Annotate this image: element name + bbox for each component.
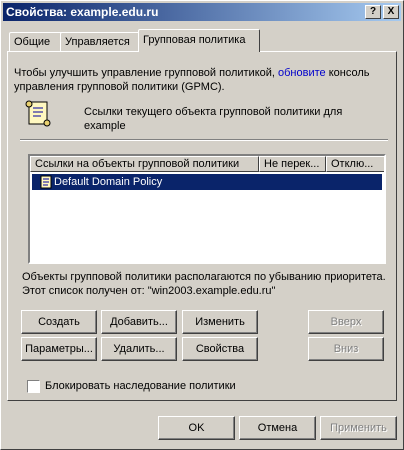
gpo-links-list[interactable]: Ссылки на объекты групповой политики Не …: [28, 154, 386, 264]
create-button[interactable]: Создать: [21, 310, 97, 334]
source-text: Этот список получен от: "win2003.example…: [22, 285, 276, 297]
list-item[interactable]: Default Domain Policy: [32, 174, 382, 190]
update-link[interactable]: обновите: [278, 67, 326, 79]
tab-group-policy[interactable]: Групповая политика: [138, 29, 260, 52]
close-button[interactable]: X: [383, 5, 399, 19]
tab-managed-by[interactable]: Управляется: [60, 32, 144, 51]
scroll-icon: [25, 100, 51, 127]
column-header-disabled[interactable]: Отклю...: [326, 156, 384, 172]
options-button[interactable]: Параметры...: [21, 337, 97, 361]
help-button[interactable]: ?: [365, 5, 381, 19]
block-inheritance-checkbox[interactable]: [27, 380, 40, 393]
column-header-no-override[interactable]: Не перек...: [259, 156, 326, 172]
gpmc-info-line2: управления групповой политики (GPMC).: [14, 81, 225, 93]
links-label-line1: Ссылки текущего объекта групповой полити…: [84, 106, 343, 118]
ok-button[interactable]: OK: [158, 416, 235, 440]
title-bar: Свойства: example.edu.ru ? X: [3, 3, 401, 21]
properties-button[interactable]: Свойства: [182, 337, 258, 361]
move-up-button[interactable]: Вверх: [308, 310, 384, 334]
list-header: Ссылки на объекты групповой политики Не …: [30, 156, 384, 172]
block-inheritance-label[interactable]: Блокировать наследование политики: [45, 379, 236, 393]
cancel-button[interactable]: Отмена: [239, 416, 316, 440]
column-header-links[interactable]: Ссылки на объекты групповой политики: [30, 156, 259, 172]
tab-general[interactable]: Общие: [9, 32, 63, 51]
move-down-button[interactable]: Вниз: [308, 337, 384, 361]
edit-button[interactable]: Изменить: [182, 310, 258, 334]
separator: [20, 139, 388, 141]
group-policy-panel: Чтобы улучшить управление групповой поли…: [7, 51, 397, 401]
apply-button[interactable]: Применить: [320, 416, 397, 440]
window-title: Свойства: example.edu.ru: [6, 5, 159, 19]
gpmc-info-line1: Чтобы улучшить управление групповой поли…: [14, 67, 370, 79]
links-label-line2: example: [84, 120, 126, 132]
gpo-scroll-icon: [40, 175, 52, 189]
gpo-name: Default Domain Policy: [54, 176, 163, 188]
properties-dialog: Свойства: example.edu.ru ? X Общие Управ…: [0, 0, 404, 450]
order-text: Объекты групповой политики располагаются…: [22, 271, 386, 283]
add-button[interactable]: Добавить...: [101, 310, 177, 334]
delete-button[interactable]: Удалить...: [101, 337, 177, 361]
